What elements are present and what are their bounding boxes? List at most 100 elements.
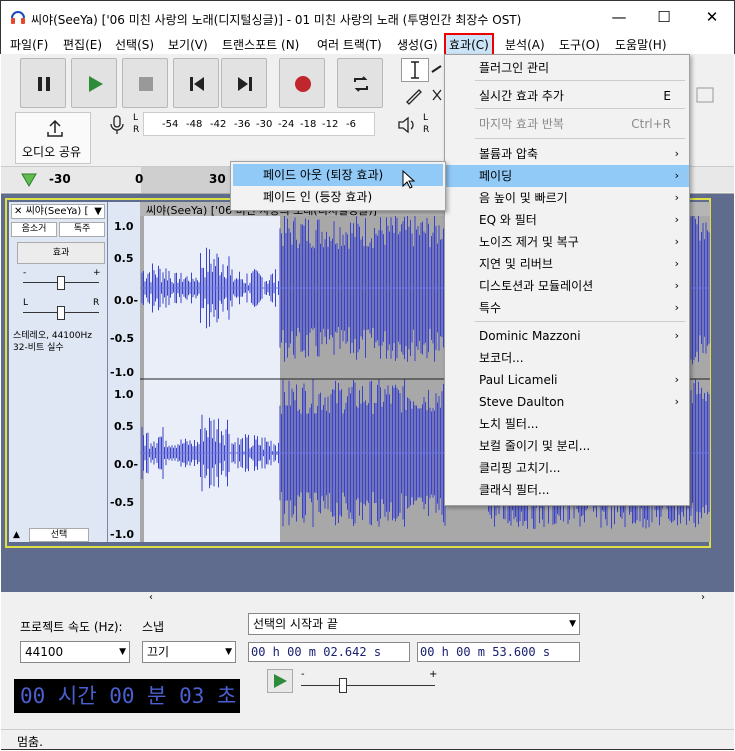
menu-transport[interactable]: 트랜스포트 (N): [222, 36, 299, 53]
menu-separator: [475, 80, 685, 81]
meter-tick: -24: [278, 119, 295, 130]
selection-mode-value: 선택의 시작과 끝: [253, 617, 338, 631]
effects-menu-item[interactable]: 디스토션과 모듈레이션 ›: [445, 275, 689, 297]
menu-item-shortcut: E: [663, 89, 671, 103]
time-display[interactable]: 00 시간 00 분 03 초: [14, 679, 240, 713]
pause-icon: [38, 77, 50, 91]
menu-item-label: 실시간 효과 추가: [479, 89, 564, 103]
multi-tool-icon: [432, 89, 442, 101]
menu-item-label: 플러그인 관리: [479, 61, 550, 75]
snap-select[interactable]: 끄기 ▼: [142, 641, 236, 663]
selection-end-time[interactable]: 00 h 00 m 53.600 s: [417, 642, 580, 662]
project-rate-value: 44100: [25, 645, 64, 659]
pan-slider-thumb[interactable]: [57, 306, 65, 320]
play-at-speed-button[interactable]: [267, 669, 293, 693]
record-meter-button[interactable]: [105, 112, 129, 138]
chevron-down-icon: ▼: [225, 647, 232, 657]
menu-item-label: 디스토션과 모듈레이션: [479, 279, 594, 293]
menu-file[interactable]: 파일(F): [10, 36, 48, 53]
skip-end-icon: [238, 77, 252, 91]
menu-tracks[interactable]: 여러 트랙(T): [317, 36, 382, 53]
effects-menu-item[interactable]: 보코더...: [445, 347, 689, 369]
scale-label: 0.0-: [114, 294, 139, 307]
effects-menu-item[interactable]: 실시간 효과 추가 E: [445, 85, 689, 107]
play-speed-slider[interactable]: [301, 685, 435, 686]
close-track-icon[interactable]: ✕: [12, 206, 22, 217]
upload-icon: [47, 119, 63, 137]
scale-label: -0.5: [110, 496, 135, 509]
zoom-toggle-icon[interactable]: [691, 84, 721, 108]
effects-menu-item[interactable]: 클리핑 고치기...: [445, 457, 689, 479]
chevron-down-icon: ▼: [569, 619, 576, 629]
submenu-arrow-icon: ›: [674, 213, 679, 226]
draw-tool-button[interactable]: [401, 84, 429, 108]
effects-menu-item[interactable]: 클래식 필터...: [445, 479, 689, 501]
menu-view[interactable]: 보기(V): [168, 36, 208, 53]
menu-generate[interactable]: 생성(G): [397, 36, 438, 53]
playback-meter-button[interactable]: [395, 112, 419, 138]
share-audio-button[interactable]: 오디오 공유: [15, 112, 91, 164]
effects-menu-item[interactable]: 특수 ›: [445, 297, 689, 319]
meter-tick: -12: [322, 119, 339, 130]
skip-end-button[interactable]: [221, 58, 267, 108]
speaker-icon: [398, 116, 414, 134]
loop-button[interactable]: [337, 58, 383, 108]
menu-item-label: 지연 및 리버브: [479, 257, 553, 271]
pause-button[interactable]: [20, 58, 66, 108]
stop-button[interactable]: [122, 58, 168, 108]
skip-start-button[interactable]: [173, 58, 219, 108]
effects-menu-item[interactable]: 노이즈 제거 및 복구 ›: [445, 231, 689, 253]
play-speed-thumb[interactable]: [339, 678, 347, 693]
snap-value: 끄기: [147, 645, 170, 659]
gain-slider-thumb[interactable]: [57, 276, 65, 290]
menu-tools[interactable]: 도구(O): [559, 36, 600, 53]
maximize-button[interactable]: ☐: [641, 1, 687, 35]
menu-item-label: 클래식 필터...: [479, 483, 550, 497]
effects-button[interactable]: 효과: [17, 242, 105, 264]
mute-button[interactable]: 음소거: [11, 222, 57, 237]
solo-button[interactable]: 독주: [59, 222, 105, 237]
collapse-track-icon[interactable]: ▲: [13, 530, 20, 540]
record-button[interactable]: [279, 58, 325, 108]
effects-menu-item[interactable]: Steve Daulton ›: [445, 391, 689, 413]
effects-menu-item[interactable]: 보컬 줄이기 및 분리...: [445, 435, 689, 457]
effects-menu: 플러그인 관리 실시간 효과 추가 E 마지막 효과 반복 Ctrl+R 볼륨과 압축 › 페…: [444, 54, 690, 506]
effects-menu-item[interactable]: 플러그인 관리: [445, 57, 689, 79]
track-menu-icon[interactable]: ▼: [94, 205, 104, 218]
effects-menu-item[interactable]: EQ 와 필터 ›: [445, 209, 689, 231]
effects-menu-item[interactable]: 볼륨과 압축 ›: [445, 143, 689, 165]
selection-mode-select[interactable]: 선택의 시작과 끝 ▼: [248, 613, 580, 635]
playhead-triangle-icon[interactable]: [21, 173, 37, 187]
effects-menu-item[interactable]: 페이딩 ›: [445, 165, 689, 187]
menu-item-label: Steve Daulton: [479, 395, 565, 409]
menu-effects[interactable]: 효과(C): [444, 33, 494, 56]
menu-help[interactable]: 도움말(H): [615, 36, 667, 53]
project-rate-select[interactable]: 44100 ▼: [20, 641, 130, 663]
pan-l-label: L: [23, 298, 29, 308]
effects-menu-item[interactable]: 음 높이 및 빠르기 ›: [445, 187, 689, 209]
minimize-button[interactable]: —: [596, 1, 642, 35]
track-name: 씨야(SeeYa) [: [25, 206, 89, 217]
menu-select[interactable]: 선택(S): [115, 36, 154, 53]
playback-l: L: [423, 113, 429, 123]
selection-tool-button[interactable]: [401, 58, 429, 82]
effects-menu-item[interactable]: Paul Licameli ›: [445, 369, 689, 391]
menu-item-label: 특수: [479, 301, 502, 315]
effects-menu-item[interactable]: Dominic Mazzoni ›: [445, 325, 689, 347]
menu-analyze[interactable]: 분석(A): [505, 36, 545, 53]
multi-tool-button[interactable]: [429, 84, 445, 108]
status-text: 멈춤.: [17, 735, 43, 749]
close-button[interactable]: ✕: [689, 1, 735, 35]
play-button[interactable]: [71, 58, 117, 108]
envelope-tool-button[interactable]: [429, 58, 445, 82]
menu-item-label: 클리핑 고치기...: [479, 461, 561, 475]
scale-label: 0.5: [114, 420, 134, 433]
effects-menu-item[interactable]: 지연 및 리버브 ›: [445, 253, 689, 275]
effects-menu-item[interactable]: 노치 필터...: [445, 413, 689, 435]
record-meter[interactable]: -54 -48 -42 -36 -30 -24 -18 -12 -6: [143, 112, 375, 136]
selection-start-time[interactable]: 00 h 00 m 02.642 s: [248, 642, 410, 662]
track-header[interactable]: ✕ 씨야(SeeYa) [ ▼: [11, 204, 105, 219]
select-track-button[interactable]: 선택: [29, 528, 89, 542]
menu-item-label: Paul Licameli: [479, 373, 558, 387]
menu-edit[interactable]: 편집(E): [63, 36, 102, 53]
